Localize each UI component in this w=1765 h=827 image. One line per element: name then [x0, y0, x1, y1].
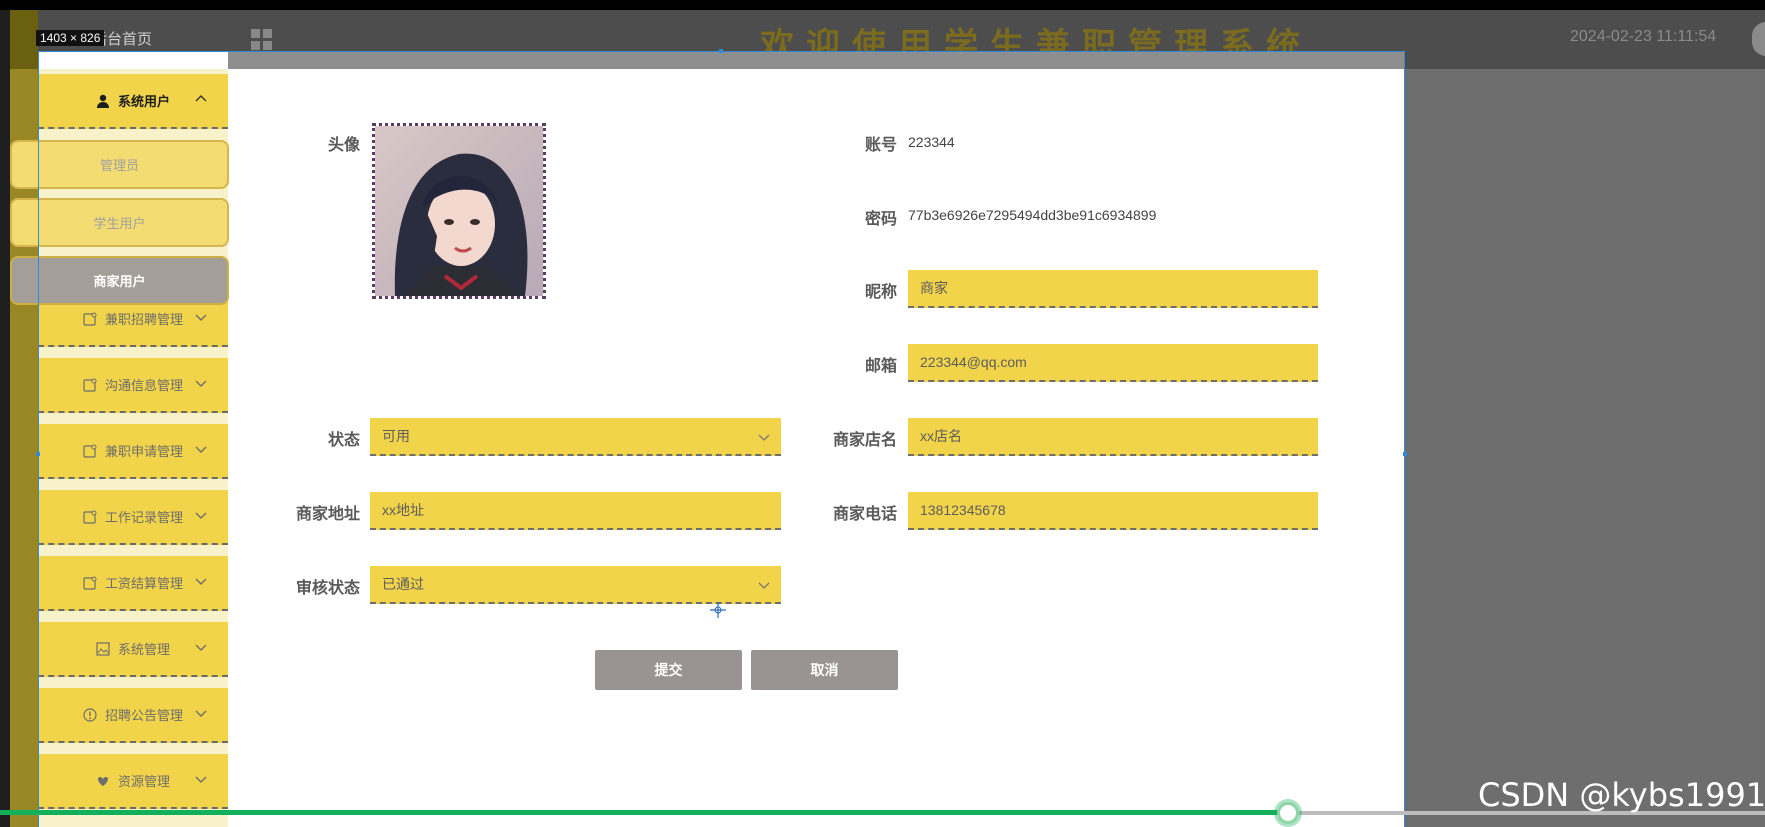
sidebar-item-merchant-users[interactable]: 商家用户 — [10, 256, 229, 305]
phone-field[interactable]: 13812345678 — [908, 492, 1318, 530]
chevron-down-icon — [195, 776, 207, 783]
chevron-down-icon — [195, 446, 207, 453]
sidebar-group-work-records[interactable]: 工作记录管理 — [38, 490, 228, 545]
datetime: 2024-02-23 11:11:54 — [1570, 28, 1717, 45]
address-value: xx地址 — [382, 502, 424, 518]
sidebar-group-resources[interactable]: 资源管理 — [38, 754, 228, 809]
sidebar-group-label: 系统用户 — [117, 95, 170, 110]
heart-icon — [96, 774, 110, 788]
selection-handle[interactable] — [36, 452, 40, 456]
sidebar-group-label: 工资结算管理 — [104, 577, 183, 592]
sidebar-item-label: 商家用户 — [93, 275, 146, 290]
shop-name-label: 商家店名 — [832, 430, 897, 449]
account-label: 账号 — [864, 135, 897, 154]
overlay-background — [1405, 69, 1765, 827]
review-status-select[interactable]: 已通过 — [370, 566, 781, 604]
email-label: 邮箱 — [864, 356, 897, 375]
sidebar-group-announcements[interactable]: 招聘公告管理 — [38, 688, 228, 743]
note-icon — [83, 576, 97, 590]
selection-handle[interactable] — [719, 49, 723, 53]
avatar-image[interactable] — [372, 123, 546, 299]
dimensions-badge: 1403 × 826 — [36, 30, 105, 46]
chevron-down-icon — [758, 582, 770, 589]
image-icon — [96, 641, 110, 656]
status-select[interactable]: 可用 — [370, 418, 781, 456]
video-progress-handle[interactable] — [1277, 802, 1299, 824]
sidebar-group-label: 沟通信息管理 — [104, 379, 183, 394]
nickname-value: 商家 — [920, 280, 948, 296]
sidebar-group-label: 招聘公告管理 — [104, 709, 183, 724]
email-value: 223344@qq.com — [920, 354, 1027, 370]
sidebar-group-label: 兼职招聘管理 — [104, 313, 183, 328]
chevron-down-icon — [195, 512, 207, 519]
chevron-down-icon — [758, 434, 770, 441]
note-icon — [83, 312, 97, 326]
review-status-label: 审核状态 — [295, 578, 360, 597]
sidebar-group-label: 系统管理 — [117, 643, 170, 658]
sidebar-group-label: 资源管理 — [117, 775, 170, 790]
selection-handle[interactable] — [1403, 452, 1407, 456]
sidebar-item-label: 学生用户 — [93, 217, 146, 232]
status-value: 可用 — [382, 428, 410, 444]
sidebar-group-label: 兼职申请管理 — [104, 445, 183, 460]
chevron-down-icon — [195, 710, 207, 717]
submit-button[interactable]: 提交 — [595, 650, 742, 690]
note-icon — [83, 378, 97, 392]
video-progress-fill — [0, 810, 1288, 815]
note-icon — [83, 444, 97, 458]
user-icon — [96, 94, 110, 108]
chevron-up-icon — [195, 95, 207, 102]
shop-name-field[interactable]: xx店名 — [908, 418, 1318, 456]
sidebar-group-label: 工作记录管理 — [104, 511, 183, 526]
shop-name-value: xx店名 — [920, 428, 962, 444]
address-label: 商家地址 — [295, 504, 360, 523]
sidebar-item-admin[interactable]: 管理员 — [10, 140, 229, 189]
watermark: CSDN @kybs1991 — [1478, 776, 1765, 814]
address-field[interactable]: xx地址 — [370, 492, 781, 530]
chevron-down-icon — [195, 380, 207, 387]
phone-label: 商家电话 — [832, 504, 897, 523]
sidebar-item-student-users[interactable]: 学生用户 — [10, 198, 229, 247]
menu-grid-icon[interactable] — [251, 29, 273, 51]
cursor-crosshair-icon — [710, 602, 726, 618]
sidebar-group-system-users[interactable]: 系统用户 — [38, 74, 228, 129]
nickname-field[interactable]: 商家 — [908, 270, 1318, 308]
password-label: 密码 — [864, 209, 897, 228]
nickname-label: 昵称 — [864, 282, 897, 301]
left-edge-strip — [0, 10, 10, 827]
sidebar-group-application[interactable]: 兼职申请管理 — [38, 424, 228, 479]
panel-top-band — [228, 51, 1405, 69]
info-icon — [83, 707, 97, 722]
note-icon — [83, 510, 97, 524]
account-value: 223344 — [908, 134, 955, 150]
sidebar-item-label: 管理员 — [99, 159, 139, 174]
phone-value: 13812345678 — [920, 502, 1006, 518]
sidebar-group-communication[interactable]: 沟通信息管理 — [38, 358, 228, 413]
chevron-down-icon — [195, 644, 207, 651]
screen: 后台首页 欢迎使用学生兼职管理系统 2024-02-23 11:11:54 系统… — [0, 0, 1765, 827]
chevron-down-icon — [195, 578, 207, 585]
cancel-button[interactable]: 取消 — [751, 650, 898, 690]
chevron-down-icon — [195, 314, 207, 321]
status-label: 状态 — [327, 430, 360, 449]
avatar-label: 头像 — [327, 135, 360, 154]
email-field[interactable]: 223344@qq.com — [908, 344, 1318, 382]
sidebar-group-salary[interactable]: 工资结算管理 — [38, 556, 228, 611]
password-value: 77b3e6926e7295494dd3be91c6934899 — [908, 207, 1157, 223]
selection-box-right — [1404, 51, 1405, 827]
selection-box-left — [38, 51, 39, 827]
review-status-value: 已通过 — [382, 576, 424, 592]
sidebar-group-system-admin[interactable]: 系统管理 — [38, 622, 228, 677]
